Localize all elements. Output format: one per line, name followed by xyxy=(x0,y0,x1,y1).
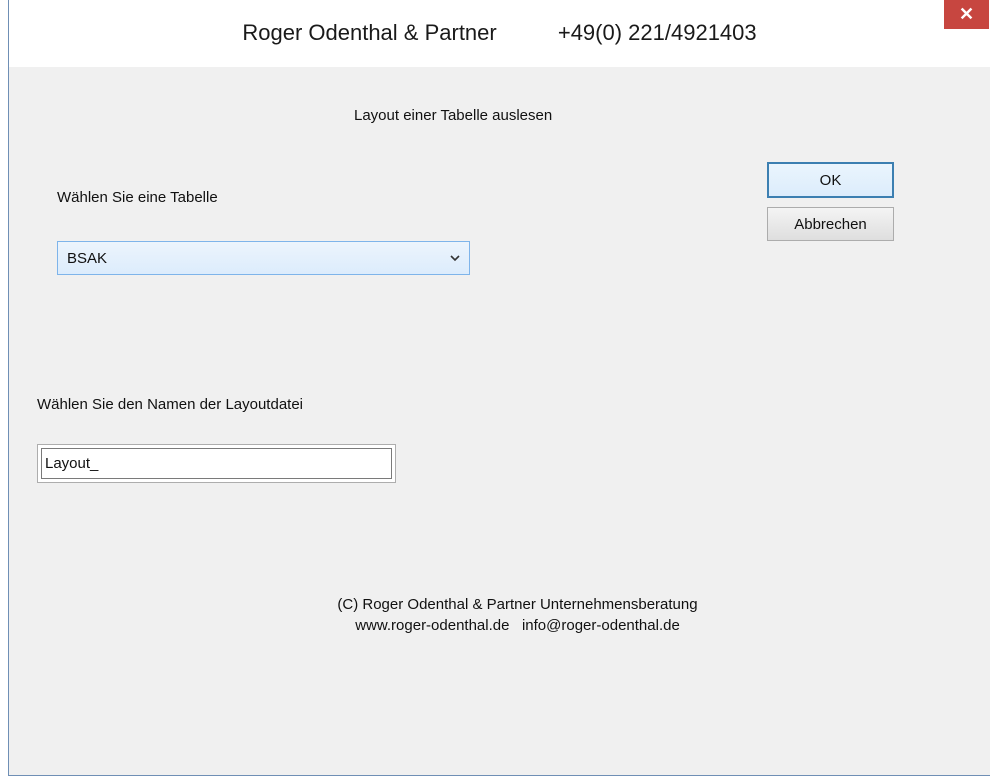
close-button[interactable]: ✕ xyxy=(944,0,989,29)
table-select[interactable]: BSAK xyxy=(57,241,470,275)
layout-name-input[interactable]: Layout_ xyxy=(41,448,392,479)
layout-name-label: Wählen Sie den Namen der Layoutdatei xyxy=(37,396,304,413)
dialog-heading: Layout einer Tabelle auslesen xyxy=(354,107,553,124)
layout-name-field[interactable]: Layout_ xyxy=(37,444,396,483)
dialog-body: Layout einer Tabelle auslesen Wählen Sie… xyxy=(9,67,990,775)
table-select-label: Wählen Sie eine Tabelle xyxy=(57,189,218,206)
cancel-button[interactable]: Abbrechen xyxy=(767,207,894,241)
contact-text: www.roger-odenthal.de info@roger-odentha… xyxy=(355,617,680,634)
ok-button[interactable]: OK xyxy=(767,162,894,198)
close-icon: ✕ xyxy=(958,4,975,24)
table-select-value: BSAK xyxy=(67,250,108,267)
title-bar: Roger Odenthal & Partner +49(0) 221/4921… xyxy=(9,0,990,67)
dialog-window: Roger Odenthal & Partner +49(0) 221/4921… xyxy=(8,0,990,776)
chevron-down-icon xyxy=(450,255,460,262)
copyright-text: (C) Roger Odenthal & Partner Unternehmen… xyxy=(337,596,698,613)
window-title: Roger Odenthal & Partner +49(0) 221/4921… xyxy=(242,20,757,45)
